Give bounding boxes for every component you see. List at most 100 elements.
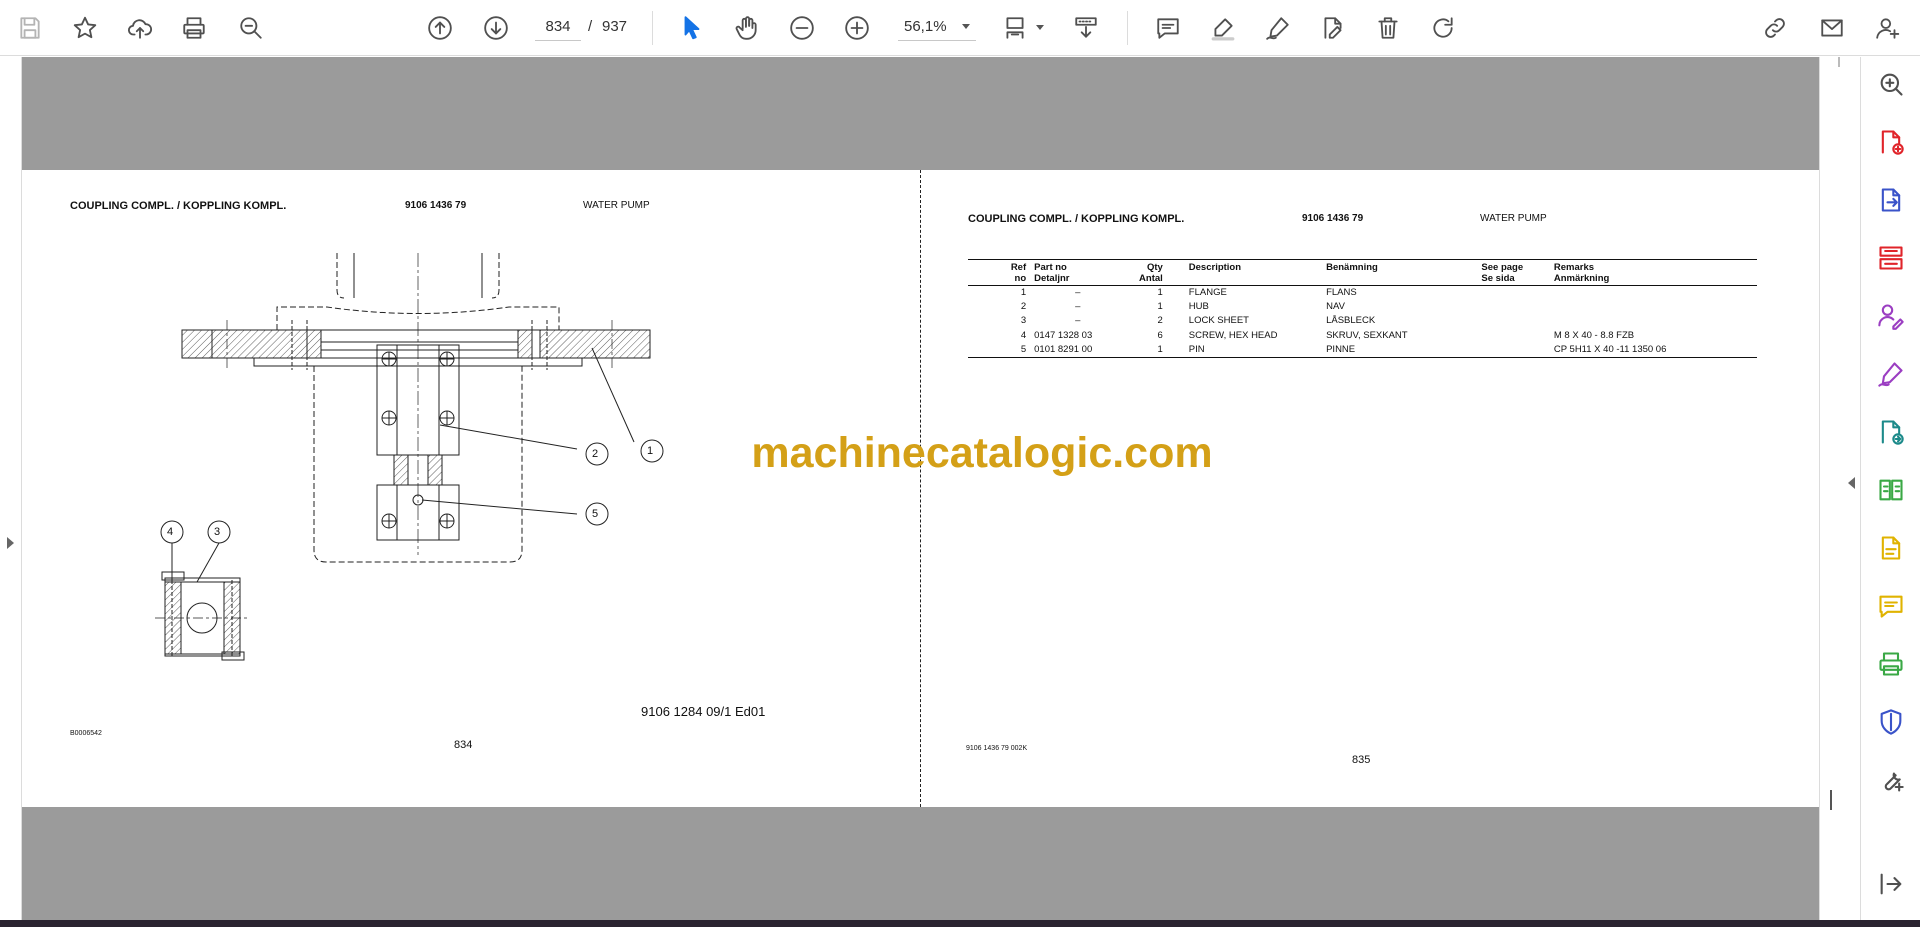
chevron-down-icon[interactable] <box>1036 25 1044 30</box>
watermark-text: machinecatalogic.com <box>751 429 1213 477</box>
cell-remarks <box>1550 286 1757 301</box>
highlight-icon[interactable] <box>1207 12 1239 44</box>
send-review-icon[interactable] <box>1875 416 1907 448</box>
main-toolbar: / 937 56,1% <box>0 0 1920 56</box>
zoom-panel-icon[interactable] <box>1875 68 1907 100</box>
vertical-scrollbar[interactable] <box>1819 57 1861 920</box>
left-nav-panel <box>0 57 22 920</box>
tools-panel <box>1862 57 1920 920</box>
edit-pdf-icon[interactable] <box>1317 12 1349 44</box>
document-viewer[interactable]: COUPLING COMPL. / KOPPLING KOMPL. 9106 1… <box>22 57 1819 920</box>
page-spread: COUPLING COMPL. / KOPPLING KOMPL. 9106 1… <box>22 170 1819 807</box>
scan-ocr-icon[interactable] <box>1875 532 1907 564</box>
cell-benamning: PINNE <box>1322 342 1478 359</box>
header-ref: Ref no <box>968 259 1031 286</box>
toolbar-divider <box>1127 11 1128 45</box>
cell-description: FLANGE <box>1188 287 1227 298</box>
cell-part-no: – <box>1075 315 1081 327</box>
cell-remarks: CP 5H11 X 40 -11 1350 06 <box>1549 342 1757 359</box>
fill-sign-icon[interactable] <box>1875 358 1907 390</box>
comment-tool-icon[interactable] <box>1875 590 1907 622</box>
right-page-section: WATER PUMP <box>1480 213 1547 224</box>
callout-2: 2 <box>592 448 599 460</box>
expand-left-panel-icon[interactable] <box>7 537 14 549</box>
email-icon[interactable] <box>1816 12 1848 44</box>
print-icon[interactable] <box>178 12 210 44</box>
header-see-page: See page Se sida <box>1477 259 1550 286</box>
table-row: 2 – 1 HUB NAV <box>968 300 1757 314</box>
cell-see-page <box>1477 300 1549 314</box>
left-page-number: 834 <box>454 739 473 751</box>
delete-icon[interactable] <box>1372 12 1404 44</box>
page-separator: / <box>588 18 593 35</box>
header-benamning: Benämning <box>1322 259 1478 286</box>
cell-remarks <box>1550 314 1757 328</box>
cell-benamning: LÅSBLECK <box>1326 315 1376 327</box>
scrollbar-thumb[interactable] <box>1838 57 1840 67</box>
total-pages: 937 <box>602 18 628 35</box>
share-link-icon[interactable] <box>1759 12 1791 44</box>
rotate-icon[interactable] <box>1427 12 1459 44</box>
zoom-dropdown[interactable]: 56,1% <box>898 13 976 41</box>
cell-part-no: 0147 1328 03 <box>1034 329 1093 341</box>
upload-icon[interactable] <box>124 12 156 44</box>
collapse-right-panel-icon[interactable] <box>1848 477 1855 489</box>
hand-icon[interactable] <box>731 12 763 44</box>
create-pdf-icon[interactable] <box>1875 126 1907 158</box>
protect-icon[interactable] <box>1875 706 1907 738</box>
fit-page-icon[interactable] <box>999 12 1031 44</box>
cell-part-no: – <box>1075 287 1081 298</box>
next-page-icon[interactable] <box>480 12 512 44</box>
header-part-no: Part no Detaljnr <box>1030 259 1126 286</box>
save-icon[interactable] <box>14 12 46 44</box>
request-signature-icon[interactable] <box>1875 300 1907 332</box>
more-tools-icon[interactable] <box>1875 764 1907 796</box>
table-header-row: Ref no Part no Detaljnr Qty Antal Descripti… <box>968 259 1757 286</box>
star-icon[interactable] <box>69 12 101 44</box>
zoom-in-icon[interactable] <box>841 12 873 44</box>
table-row: 1 – 1 FLANGE FLANS <box>968 286 1757 301</box>
zoom-out-icon[interactable] <box>786 12 818 44</box>
right-page-part-no: 9106 1436 79 <box>1302 213 1364 224</box>
header-description: Description <box>1166 259 1323 286</box>
cell-benamning: NAV <box>1326 301 1345 313</box>
select-cursor-icon[interactable] <box>676 12 708 44</box>
cell-ref: 1 <box>1020 287 1027 298</box>
callout-5: 5 <box>592 508 599 520</box>
cell-qty: 2 <box>1157 315 1163 327</box>
cell-remarks <box>1550 300 1757 314</box>
export-pdf-icon[interactable] <box>1875 184 1907 216</box>
cell-ref: 4 <box>1020 329 1027 341</box>
chevron-down-icon <box>962 24 970 29</box>
cell-ref: 5 <box>968 342 1031 359</box>
cell-description: PIN <box>1166 342 1323 359</box>
callout-3: 3 <box>214 526 221 538</box>
cell-qty: 6 <box>1157 329 1163 341</box>
parts-table: Ref no Part no Detaljnr Qty Antal Descripti… <box>968 259 1757 359</box>
table-row: 3 – 2 LOCK SHEET LÅSBLECK <box>968 314 1757 328</box>
page-number-input[interactable] <box>535 13 581 41</box>
page-divider <box>920 170 921 807</box>
comment-icon[interactable] <box>1152 12 1184 44</box>
collapse-panel-icon[interactable] <box>1875 868 1907 900</box>
organize-pages-icon[interactable] <box>1875 242 1907 274</box>
scroll-mode-icon[interactable] <box>1070 12 1102 44</box>
cell-qty: 1 <box>1125 342 1167 359</box>
cell-qty: 1 <box>1157 301 1163 313</box>
cell-description: HUB <box>1188 301 1209 313</box>
search-zoom-icon[interactable] <box>235 12 267 44</box>
compare-files-icon[interactable] <box>1875 474 1907 506</box>
toolbar-divider <box>652 11 653 45</box>
right-doc-code: 9106 1436 79 002K <box>966 745 1028 752</box>
resize-grip[interactable] <box>1830 790 1832 810</box>
image-code: B0006542 <box>70 730 102 737</box>
table-row: 5 0101 8291 00 1 PIN PINNE CP 5H11 X 40 … <box>968 342 1757 359</box>
cell-see-page <box>1477 286 1549 301</box>
account-icon[interactable] <box>1872 12 1904 44</box>
sign-icon[interactable] <box>1262 12 1294 44</box>
prev-page-icon[interactable] <box>424 12 456 44</box>
print-production-icon[interactable] <box>1875 648 1907 680</box>
callout-1: 1 <box>647 445 654 457</box>
cell-see-page <box>1477 314 1549 328</box>
cell-part-no: 0101 8291 00 <box>1030 342 1126 359</box>
